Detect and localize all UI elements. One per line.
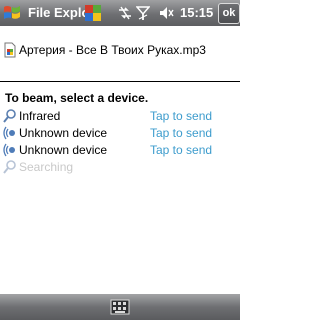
device-item-infrared[interactable]: Infrared Tap to send (0, 108, 240, 125)
bluetooth-wave-icon (3, 126, 15, 140)
tap-to-send-link[interactable]: Tap to send (150, 143, 212, 157)
keyboard-icon[interactable] (110, 299, 130, 315)
clock[interactable]: 15:15 (180, 5, 213, 20)
volume-icon[interactable] (158, 5, 174, 21)
device-list: Infrared Tap to send Unknown device Tap … (0, 108, 240, 176)
multitask-icon[interactable] (84, 4, 102, 22)
ok-button[interactable]: ok (218, 3, 240, 24)
divider (0, 81, 240, 82)
audio-file-icon (4, 42, 16, 58)
device-item-unknown-2[interactable]: Unknown device Tap to send (0, 142, 240, 159)
bluetooth-wave-icon (3, 143, 15, 157)
device-item-unknown-1[interactable]: Unknown device Tap to send (0, 125, 240, 142)
searching-status: Searching (0, 159, 240, 176)
title-bar: File Explorer 15:15 ok (0, 0, 240, 26)
device-name: Infrared (19, 109, 61, 123)
search-icon (3, 160, 16, 174)
file-row: Артерия - Все В Твоих Руках.mp3 (0, 40, 240, 62)
signal-icon[interactable] (136, 5, 150, 21)
connectivity-icon[interactable] (118, 6, 132, 20)
searching-label: Searching (19, 160, 74, 174)
device-name: Unknown device (19, 143, 108, 157)
start-icon[interactable] (2, 3, 22, 23)
tap-to-send-link[interactable]: Tap to send (150, 109, 212, 123)
tap-to-send-link[interactable]: Tap to send (150, 126, 212, 140)
file-name: Артерия - Все В Твоих Руках.mp3 (19, 43, 206, 57)
device-name: Unknown device (19, 126, 108, 140)
bottom-bar (0, 294, 240, 320)
beam-instruction: To beam, select a device. (5, 91, 149, 105)
search-icon (3, 109, 16, 123)
